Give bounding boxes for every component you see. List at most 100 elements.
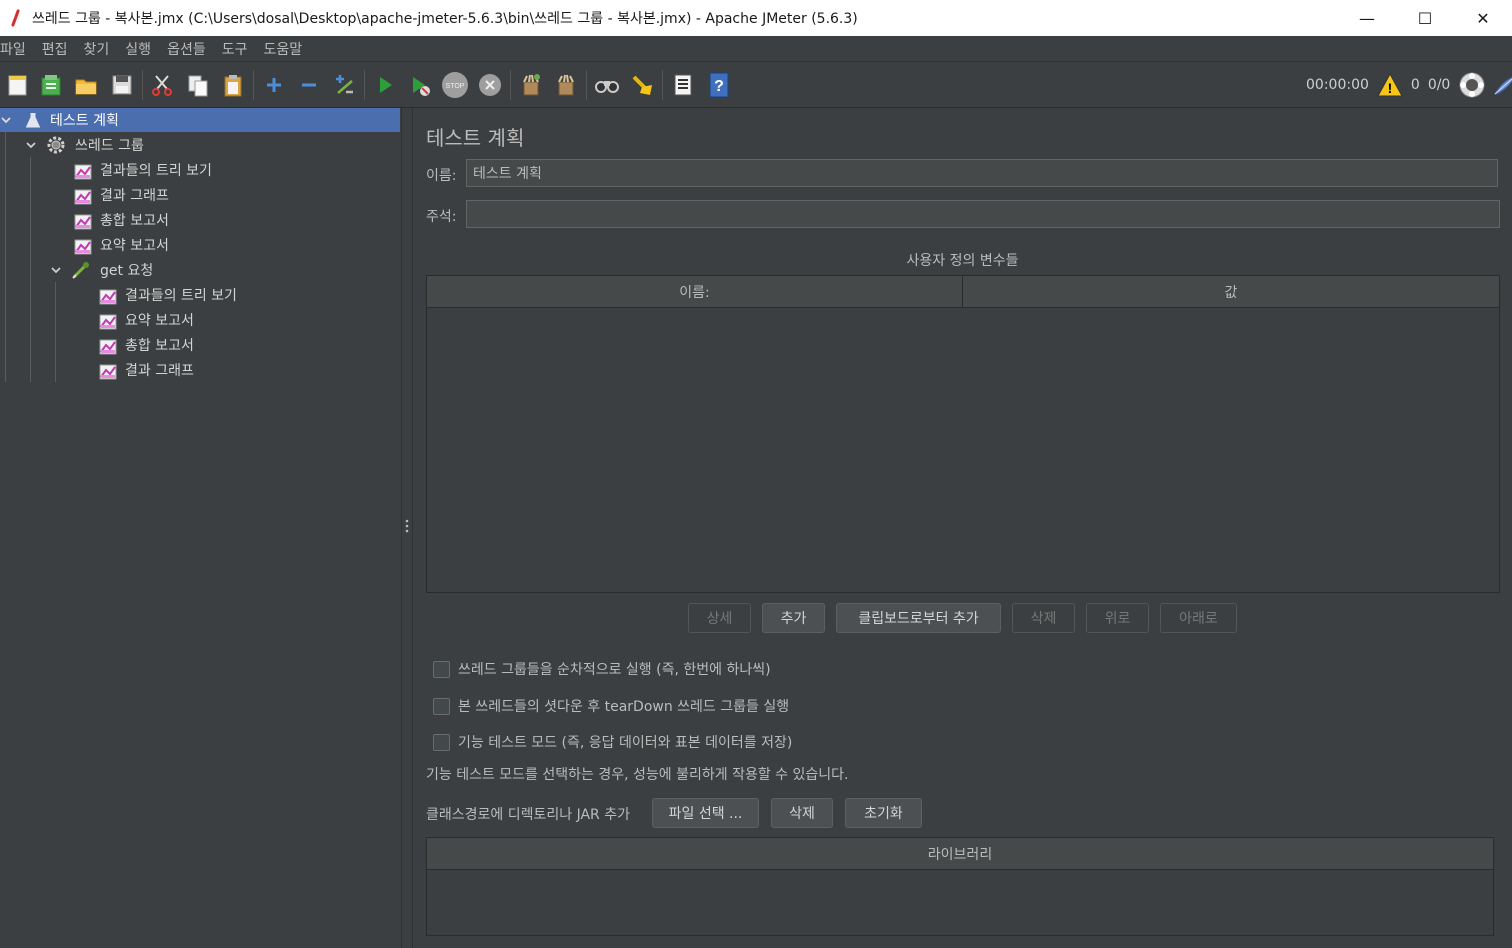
title-bar: 쓰레드 그룹 - 복사본.jmx (C:\Users\dosal\Desktop… xyxy=(0,0,1512,36)
graph-listener-icon xyxy=(74,214,92,230)
menu-edit[interactable]: 편집 xyxy=(40,39,76,59)
test-plan-icon xyxy=(24,111,42,129)
serialize-thread-groups-option[interactable]: 쓰레드 그룹들을 순차적으로 실행 (즉, 한번에 하나씩) xyxy=(433,659,771,679)
help-icon[interactable]: ? xyxy=(705,71,733,99)
save-icon[interactable] xyxy=(108,71,136,99)
checkbox-label: 쓰레드 그룹들을 순차적으로 실행 (즉, 한번에 하나씩) xyxy=(458,662,771,678)
functional-test-mode-option[interactable]: 기능 테스트 모드 (즉, 응답 데이터와 표본 데이터를 저장) xyxy=(433,732,792,752)
graph-listener-icon xyxy=(74,189,92,205)
delete-button[interactable]: 삭제 xyxy=(1012,603,1075,633)
menu-help[interactable]: 도움말 xyxy=(261,39,310,59)
drag-handle-icon[interactable] xyxy=(405,518,409,534)
tree-node-label: 요약 보고서 xyxy=(125,313,194,329)
new-icon[interactable] xyxy=(4,71,32,99)
cut-icon[interactable] xyxy=(148,71,176,99)
tree-node-listener[interactable]: 요약 보고서 xyxy=(0,233,400,257)
status-area: 00:00:00 ! 0 0/0 xyxy=(1306,62,1512,108)
toolbar-separator xyxy=(142,70,143,100)
function-helper-icon[interactable] xyxy=(669,71,697,99)
down-button[interactable]: 아래로 xyxy=(1160,603,1237,633)
clear-all-icon[interactable] xyxy=(552,71,580,99)
tree-node-label: 쓰레드 그룹 xyxy=(75,138,144,154)
graph-listener-icon xyxy=(99,339,117,355)
open-icon[interactable] xyxy=(72,71,100,99)
functional-test-mode-checkbox[interactable] xyxy=(433,733,450,751)
tree-node-thread-group[interactable]: 쓰레드 그룹 xyxy=(0,133,400,157)
tree-node-label: get 요청 xyxy=(100,263,154,279)
window-title: 쓰레드 그룹 - 복사본.jmx (C:\Users\dosal\Desktop… xyxy=(32,11,858,27)
menu-options[interactable]: 옵션들 xyxy=(165,39,214,59)
tree-node-http-sampler[interactable]: get 요청 xyxy=(0,258,400,282)
teardown-on-shutdown-checkbox[interactable] xyxy=(433,697,450,715)
stop-icon[interactable]: STOP xyxy=(441,71,469,99)
copy-icon[interactable] xyxy=(184,71,212,99)
browse-button[interactable]: 파일 선택 ... xyxy=(652,798,759,828)
column-header-library[interactable]: 라이브러리 xyxy=(427,838,1493,869)
tree-node-label: 테스트 계획 xyxy=(50,113,119,129)
comment-input[interactable] xyxy=(466,200,1500,228)
tree-node-label: 총합 보고서 xyxy=(100,213,169,229)
feather-icon xyxy=(1492,73,1512,97)
column-header-name[interactable]: 이름: xyxy=(427,276,963,307)
add-button[interactable]: 추가 xyxy=(762,603,825,633)
tree-node-test-plan[interactable]: 테스트 계획 xyxy=(0,108,400,132)
start-icon[interactable] xyxy=(371,71,399,99)
tree-node-listener[interactable]: 총합 보고서 xyxy=(0,333,400,357)
reset-search-icon[interactable] xyxy=(628,71,656,99)
clear-icon[interactable] xyxy=(517,71,545,99)
graph-listener-icon xyxy=(99,364,117,380)
shutdown-icon[interactable] xyxy=(476,71,504,99)
tree-node-listener[interactable]: 결과들의 트리 보기 xyxy=(0,283,400,307)
chevron-down-icon[interactable] xyxy=(25,139,37,151)
serialize-thread-groups-checkbox[interactable] xyxy=(433,660,450,678)
templates-icon[interactable] xyxy=(37,71,65,99)
menu-run[interactable]: 실행 xyxy=(123,39,159,59)
menu-file[interactable]: 파일 xyxy=(0,39,34,59)
loggers-icon[interactable] xyxy=(1458,71,1486,99)
collapse-icon[interactable] xyxy=(295,71,323,99)
add-from-clipboard-button[interactable]: 클립보드로부터 추가 xyxy=(836,603,1001,633)
start-no-pause-icon[interactable] xyxy=(406,71,434,99)
table-header: 이름: 값 xyxy=(427,276,1499,308)
maximize-button[interactable]: ☐ xyxy=(1396,0,1454,36)
tree-node-listener[interactable]: 요약 보고서 xyxy=(0,308,400,332)
expand-icon[interactable] xyxy=(260,71,288,99)
library-table[interactable]: 라이브러리 xyxy=(426,837,1494,936)
tree-node-listener[interactable]: 결과들의 트리 보기 xyxy=(0,158,400,182)
warning-count: 0 xyxy=(1410,77,1420,93)
user-variables-table[interactable]: 이름: 값 xyxy=(426,275,1500,593)
user-defined-variables-title: 사용자 정의 변수들 xyxy=(906,253,1019,269)
column-header-value[interactable]: 값 xyxy=(963,276,1499,307)
classpath-delete-button[interactable]: 삭제 xyxy=(771,798,833,828)
name-input[interactable] xyxy=(466,159,1498,187)
up-button[interactable]: 위로 xyxy=(1086,603,1149,633)
tree-node-listener[interactable]: 결과 그래프 xyxy=(0,183,400,207)
menu-search[interactable]: 찾기 xyxy=(82,39,118,59)
tree-node-label: 결과들의 트리 보기 xyxy=(125,288,237,304)
chevron-down-icon[interactable] xyxy=(0,114,12,126)
minimize-button[interactable]: — xyxy=(1338,0,1396,36)
search-icon[interactable] xyxy=(593,71,621,99)
toggle-icon[interactable] xyxy=(330,71,358,99)
pipette-icon xyxy=(72,262,89,279)
paste-icon[interactable] xyxy=(219,71,247,99)
split-pane-divider[interactable] xyxy=(401,108,413,948)
classpath-clear-button[interactable]: 초기화 xyxy=(845,798,922,828)
tree-node-label: 결과 그래프 xyxy=(100,188,169,204)
menu-tools[interactable]: 도구 xyxy=(220,39,256,59)
test-plan-tree: 테스트 계획 쓰레드 그룹 결과들의 트리 보기 결과 그래프 총합 보고서 요… xyxy=(0,108,400,948)
teardown-on-shutdown-option[interactable]: 본 쓰레드들의 셧다운 후 tearDown 쓰레드 그룹들 실행 xyxy=(433,696,789,716)
tree-node-listener[interactable]: 결과 그래프 xyxy=(0,358,400,382)
classpath-label: 클래스경로에 디렉토리나 JAR 추가 xyxy=(426,807,630,823)
table-header: 라이브러리 xyxy=(427,838,1493,870)
graph-listener-icon xyxy=(74,164,92,180)
tree-node-listener[interactable]: 총합 보고서 xyxy=(0,208,400,232)
toolbar-separator xyxy=(586,70,587,100)
chevron-down-icon[interactable] xyxy=(50,264,62,276)
graph-listener-icon xyxy=(99,314,117,330)
close-button[interactable]: ✕ xyxy=(1454,0,1512,36)
detail-button[interactable]: 상세 xyxy=(688,603,751,633)
warning-icon[interactable]: ! xyxy=(1377,72,1405,97)
tree-node-label: 총합 보고서 xyxy=(125,338,194,354)
toolbar-separator xyxy=(510,70,511,100)
